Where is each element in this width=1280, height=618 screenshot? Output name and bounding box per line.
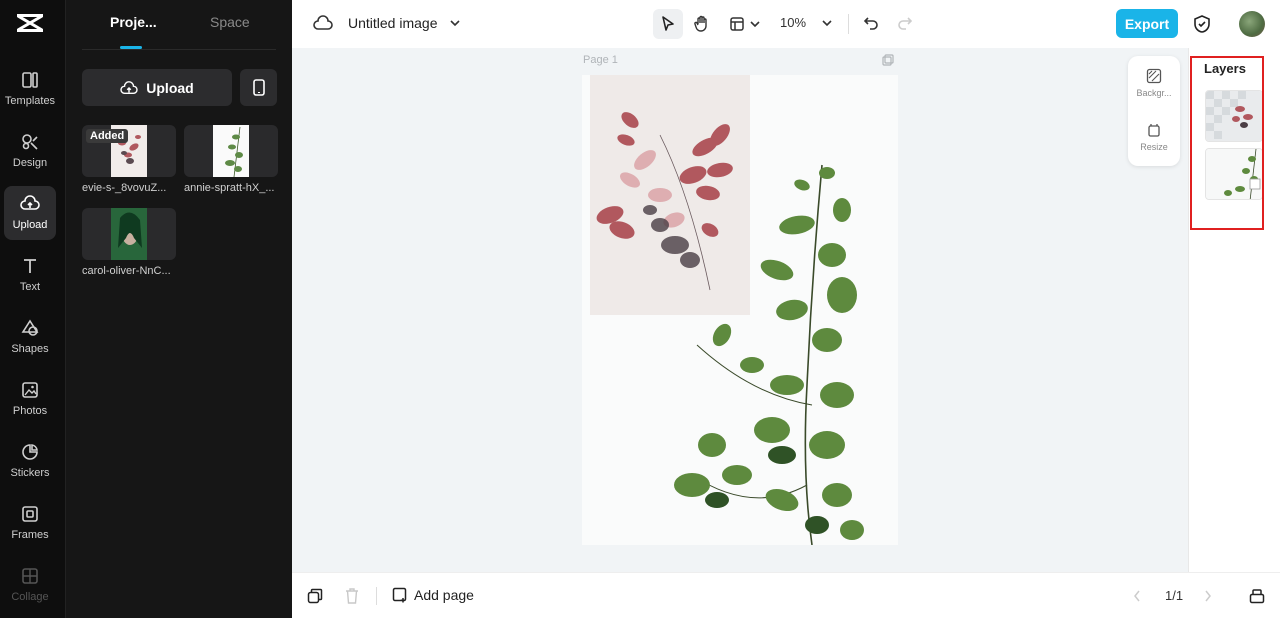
design-page[interactable]: [582, 75, 898, 545]
sidebar-item-text[interactable]: Text: [4, 248, 56, 302]
add-page-label: Add page: [414, 587, 474, 603]
page-options-card: Backgr... Resize: [1128, 56, 1180, 166]
templates-icon: [22, 72, 38, 88]
trash-icon[interactable]: [345, 588, 359, 604]
chevron-down-icon: [750, 21, 760, 28]
app-root: Templates Design Upload Text Shapes Phot…: [0, 0, 1280, 618]
chevron-down-icon[interactable]: [821, 18, 833, 28]
hand-tool-button[interactable]: [689, 9, 715, 39]
asset-thumbnail[interactable]: [82, 208, 176, 260]
background-button-label: Backgr...: [1136, 88, 1172, 98]
sidebar-item-label: Upload: [12, 219, 48, 231]
left-rail: Templates Design Upload Text Shapes Phot…: [0, 0, 66, 618]
cursor-icon: [662, 16, 674, 31]
asset-label: annie-spratt-hX_...: [184, 182, 275, 194]
canvas-area[interactable]: Page 1 Backgr... Resize: [292, 48, 1188, 572]
add-page-icon: [392, 587, 407, 603]
sidebar-item-label: Photos: [12, 405, 48, 417]
layout-icon: [730, 17, 744, 31]
mobile-upload-button[interactable]: [240, 69, 277, 106]
layers-highlight-box: [1190, 56, 1264, 230]
sidebar-item-frames[interactable]: Frames: [4, 496, 56, 550]
cloud-upload-icon: [20, 195, 40, 210]
zoom-level[interactable]: 10%: [780, 15, 806, 30]
asset-label: evie-s-_8vovuZ...: [82, 182, 167, 194]
upload-button[interactable]: Upload: [82, 69, 232, 106]
panel-tabs: Proje... Space: [82, 0, 276, 50]
sidebar-item-label: Shapes: [11, 343, 49, 355]
sidebar-item-shapes[interactable]: Shapes: [4, 310, 56, 364]
bottom-divider: [376, 587, 377, 605]
document-title[interactable]: Untitled image: [348, 15, 438, 31]
asset-thumbnail[interactable]: Added: [82, 125, 176, 177]
sidebar-item-collage[interactable]: Collage: [4, 558, 56, 612]
stickers-icon: [22, 444, 38, 460]
green-plant-image[interactable]: [652, 155, 898, 545]
cloud-upload-icon: [120, 80, 138, 94]
duplicate-icon[interactable]: [307, 588, 323, 604]
pages-overview-icon[interactable]: [1249, 588, 1265, 604]
page-label: Page 1: [583, 54, 618, 66]
shapes-icon: [21, 319, 39, 336]
tab-space[interactable]: Space: [210, 14, 250, 30]
resize-icon: [1148, 124, 1160, 137]
page-count: 1/1: [1165, 588, 1184, 603]
undo-icon[interactable]: [863, 15, 879, 31]
top-toolbar: Untitled image 10% Export: [292, 0, 1280, 48]
duplicate-page-icon[interactable]: [882, 54, 894, 66]
asset-label: carol-oliver-NnC...: [82, 265, 171, 277]
export-button[interactable]: Export: [1116, 9, 1178, 38]
frames-icon: [22, 506, 38, 522]
resize-button[interactable]: Resize: [1128, 122, 1180, 152]
sidebar-item-label: Design: [12, 157, 48, 169]
add-page-button[interactable]: Add page: [392, 587, 474, 603]
phone-icon: [252, 79, 265, 96]
sidebar-item-label: Collage: [11, 591, 49, 603]
tab-projects[interactable]: Proje...: [110, 14, 157, 30]
sidebar-item-photos[interactable]: Photos: [4, 372, 56, 426]
background-icon: [1146, 68, 1162, 84]
redo-icon[interactable]: [897, 15, 913, 31]
resize-button-label: Resize: [1140, 142, 1168, 152]
collage-icon: [22, 568, 38, 584]
capcut-logo-icon[interactable]: [14, 10, 46, 36]
sidebar-item-label: Text: [19, 281, 41, 293]
sidebar-item-label: Frames: [11, 529, 49, 541]
user-avatar[interactable]: [1239, 11, 1265, 37]
sidebar-item-label: Templates: [4, 95, 56, 107]
shield-icon[interactable]: [1193, 14, 1211, 34]
bottom-bar: Add page 1/1: [292, 572, 1280, 618]
chevron-down-icon[interactable]: [449, 18, 461, 28]
added-badge: Added: [86, 129, 129, 143]
green-plant-image: [213, 125, 249, 177]
toolbar-divider: [848, 14, 849, 34]
active-tab-indicator: [120, 46, 142, 49]
sidebar-item-upload[interactable]: Upload: [4, 186, 56, 240]
hand-icon: [694, 15, 707, 32]
portrait-image: [111, 208, 147, 260]
layout-menu-button[interactable]: [727, 9, 763, 39]
text-icon: [24, 259, 36, 273]
sidebar-item-stickers[interactable]: Stickers: [4, 434, 56, 488]
cloud-save-icon[interactable]: [313, 14, 333, 32]
chevron-right-icon[interactable]: [1203, 589, 1213, 603]
upload-button-label: Upload: [146, 79, 194, 96]
background-button[interactable]: Backgr...: [1128, 68, 1180, 98]
chevron-left-icon[interactable]: [1132, 589, 1142, 603]
design-icon: [22, 134, 38, 150]
asset-thumbnail[interactable]: [184, 125, 278, 177]
photos-icon: [22, 382, 38, 398]
sidebar-item-templates[interactable]: Templates: [4, 62, 56, 116]
select-tool-button[interactable]: [653, 9, 683, 39]
sidebar-item-design[interactable]: Design: [4, 124, 56, 178]
sidebar-item-label: Stickers: [10, 467, 50, 479]
